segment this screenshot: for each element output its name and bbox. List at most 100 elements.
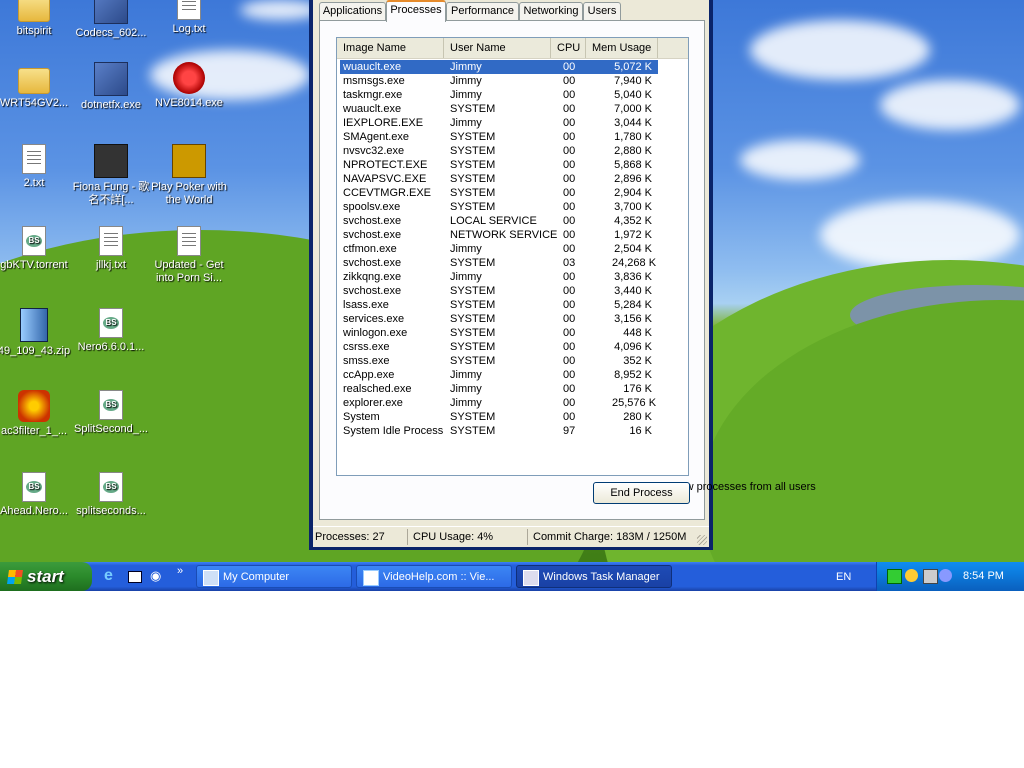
bitspirit-badge: BS xyxy=(103,481,119,493)
tab-performance[interactable]: Performance xyxy=(446,2,519,20)
table-row[interactable]: SMAgent.exe SYSTEM 00 1,780 K xyxy=(337,130,688,144)
computer-icon xyxy=(203,570,219,586)
column-image-name[interactable]: Image Name xyxy=(337,38,444,58)
table-row[interactable]: lsass.exe SYSTEM 00 5,284 K xyxy=(337,298,688,312)
desktop-icon-label: dotnetfx.exe xyxy=(81,99,141,111)
table-row[interactable]: svchost.exe NETWORK SERVICE 00 1,972 K xyxy=(337,228,688,242)
chevron-more-icon[interactable]: » xyxy=(177,565,193,581)
desktop-icon[interactable]: BS Nero6.6.0.1... xyxy=(72,308,150,354)
table-row[interactable]: winlogon.exe SYSTEM 00 448 K xyxy=(337,326,688,340)
desktop-icon[interactable]: jllkj.txt xyxy=(72,226,150,272)
media-player-icon[interactable]: ◉ xyxy=(150,568,166,584)
show-desktop-icon[interactable] xyxy=(128,571,142,583)
table-row[interactable]: NAVAPSVC.EXE SYSTEM 00 2,896 K xyxy=(337,172,688,186)
taskbar-button-videohelp[interactable]: VideoHelp.com :: Vie... xyxy=(356,565,512,588)
cell-mem-usage: 1,972 K xyxy=(614,229,652,241)
table-row[interactable]: zikkqng.exe Jimmy 00 3,836 K xyxy=(337,270,688,284)
cell-image-name: ccApp.exe xyxy=(343,369,395,381)
table-row[interactable]: wuauclt.exe Jimmy 00 5,072 K xyxy=(337,60,688,74)
desktop-icon[interactable]: Log.txt xyxy=(150,0,228,36)
table-row[interactable]: IEXPLORE.EXE Jimmy 00 3,044 K xyxy=(337,116,688,130)
tab-networking[interactable]: Networking xyxy=(519,2,583,20)
table-row[interactable]: msmsgs.exe Jimmy 00 7,940 K xyxy=(337,74,688,88)
tray-antivirus-icon[interactable] xyxy=(905,569,918,582)
table-row[interactable]: svchost.exe SYSTEM 03 24,268 K xyxy=(337,256,688,270)
process-list[interactable]: Image Name User Name CPU Mem Usage wuauc… xyxy=(336,37,689,476)
column-cpu[interactable]: CPU xyxy=(551,38,586,58)
table-row[interactable]: svchost.exe LOCAL SERVICE 00 4,352 K xyxy=(337,214,688,228)
table-row[interactable]: svchost.exe SYSTEM 00 3,440 K xyxy=(337,284,688,298)
cell-mem-usage: 4,352 K xyxy=(614,215,652,227)
desktop-icon[interactable]: BS splitseconds... xyxy=(72,472,150,518)
language-indicator[interactable]: EN xyxy=(836,571,851,583)
tab-users[interactable]: Users xyxy=(583,2,621,20)
cell-image-name: csrss.exe xyxy=(343,341,390,353)
end-process-button[interactable]: End Process xyxy=(593,482,690,504)
cell-user-name: LOCAL SERVICE xyxy=(450,215,537,227)
taskbar-button-task-manager[interactable]: Windows Task Manager xyxy=(516,565,672,588)
table-row[interactable]: CCEVTMGR.EXE SYSTEM 00 2,904 K xyxy=(337,186,688,200)
table-row[interactable]: NPROTECT.EXE SYSTEM 00 5,868 K xyxy=(337,158,688,172)
desktop-icon[interactable]: bitspirit xyxy=(0,0,73,38)
table-row[interactable]: System SYSTEM 00 280 K xyxy=(337,410,688,424)
desktop-icon[interactable]: 2.txt xyxy=(0,144,73,190)
desktop-icon[interactable]: Codecs_602... xyxy=(72,0,150,40)
desktop-icon[interactable]: BS Ahead.Nero... xyxy=(0,472,73,518)
task-manager-window[interactable]: Applications Processes Performance Netwo… xyxy=(309,0,816,550)
start-button[interactable]: start xyxy=(0,562,92,591)
cloud xyxy=(750,20,930,80)
cell-mem-usage: 5,284 K xyxy=(614,299,652,311)
table-row[interactable]: realsched.exe Jimmy 00 176 K xyxy=(337,382,688,396)
column-user-name[interactable]: User Name xyxy=(444,38,551,58)
tray-network-icon[interactable] xyxy=(923,569,938,584)
internet-explorer-icon[interactable]: e xyxy=(104,568,120,584)
cell-image-name: svchost.exe xyxy=(343,229,402,241)
resize-grip[interactable] xyxy=(697,535,707,545)
cell-cpu: 03 xyxy=(563,257,576,269)
table-row[interactable]: ctfmon.exe Jimmy 00 2,504 K xyxy=(337,242,688,256)
cell-user-name: SYSTEM xyxy=(450,187,496,199)
cell-user-name: SYSTEM xyxy=(450,173,496,185)
desktop-icon[interactable]: ac3filter_1_... xyxy=(0,390,73,438)
table-row[interactable]: taskmgr.exe Jimmy 00 5,040 K xyxy=(337,88,688,102)
table-row[interactable]: spoolsv.exe SYSTEM 00 3,700 K xyxy=(337,200,688,214)
desktop-icon[interactable]: Fiona Fung - 歌名不詳[... xyxy=(72,144,150,207)
cell-mem-usage: 25,576 K xyxy=(612,397,657,409)
taskbar-button-label: Windows Task Manager xyxy=(543,571,660,583)
column-mem-usage[interactable]: Mem Usage xyxy=(586,38,658,58)
tab-processes[interactable]: Processes xyxy=(386,0,446,22)
table-row[interactable]: ccApp.exe Jimmy 00 8,952 K xyxy=(337,368,688,382)
dark-file-icon xyxy=(94,144,128,178)
desktop-icon[interactable]: Updated - Get into Porn Si... xyxy=(150,226,228,285)
table-row[interactable]: csrss.exe SYSTEM 00 4,096 K xyxy=(337,340,688,354)
table-row[interactable]: services.exe SYSTEM 00 3,156 K xyxy=(337,312,688,326)
desktop-icon[interactable]: WRT54GV2... xyxy=(0,62,73,110)
table-row[interactable]: smss.exe SYSTEM 00 352 K xyxy=(337,354,688,368)
desktop-icon[interactable]: BS SplitSecond_... xyxy=(72,390,150,436)
cell-image-name: NPROTECT.EXE xyxy=(343,159,428,171)
desktop-icon-label: WRT54GV2... xyxy=(0,97,69,109)
desktop-icon-label: Ahead.Nero... xyxy=(0,505,68,517)
desktop-icon[interactable]: BS gbKTV.torrent xyxy=(0,226,73,272)
tray-volume-icon[interactable] xyxy=(939,569,952,582)
table-row[interactable]: explorer.exe Jimmy 00 25,576 K xyxy=(337,396,688,410)
desktop-icon[interactable]: dotnetfx.exe xyxy=(72,62,150,112)
table-row[interactable]: System Idle Process SYSTEM 97 16 K xyxy=(337,424,688,438)
taskbar-button-my-computer[interactable]: My Computer xyxy=(196,565,352,588)
cell-cpu: 97 xyxy=(563,425,576,437)
desktop-icon[interactable]: 49_109_43.zip xyxy=(0,308,73,358)
cell-mem-usage: 16 K xyxy=(629,425,652,437)
cell-user-name: SYSTEM xyxy=(450,299,496,311)
cell-cpu: 00 xyxy=(563,75,576,87)
cell-cpu: 00 xyxy=(563,159,576,171)
cell-cpu: 00 xyxy=(563,271,576,283)
desktop-icon[interactable]: Play Poker with the World xyxy=(150,144,228,207)
cell-image-name: wuauclt.exe xyxy=(343,61,402,73)
tray-app-icon[interactable] xyxy=(887,569,902,584)
cell-image-name: services.exe xyxy=(343,313,405,325)
desktop-icon[interactable]: NVE8014.exe xyxy=(150,62,228,110)
tab-applications[interactable]: Applications xyxy=(319,2,386,20)
table-row[interactable]: nvsvc32.exe SYSTEM 00 2,880 K xyxy=(337,144,688,158)
cell-image-name: msmsgs.exe xyxy=(343,75,405,87)
table-row[interactable]: wuauclt.exe SYSTEM 00 7,000 K xyxy=(337,102,688,116)
